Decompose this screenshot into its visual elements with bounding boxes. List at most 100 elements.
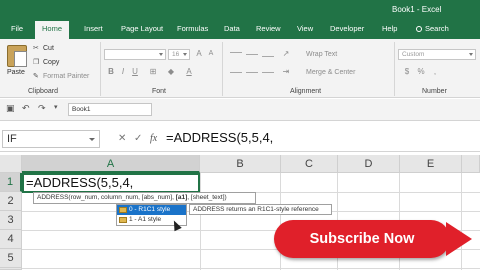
borders-icon[interactable]: ⊞ [148, 67, 158, 77]
align-left-icon[interactable] [230, 72, 242, 73]
align-top-icon[interactable] [230, 52, 242, 53]
grid-line [200, 173, 201, 270]
undo-icon[interactable]: ↶ [22, 103, 30, 114]
formula-bar: IF ✕ ✓ fx =ADDRESS(5,5,4, [0, 126, 480, 152]
number-group-label: Number [422, 88, 447, 95]
tab-home[interactable]: Home [35, 21, 70, 39]
copy-icon: ❐ [33, 59, 40, 66]
select-all-corner[interactable] [0, 155, 22, 173]
format-painter-label: Format Painter [43, 73, 90, 80]
chevron-down-icon [89, 138, 95, 141]
italic-icon[interactable]: I [118, 67, 128, 77]
cut-label: Cut [43, 45, 54, 52]
tooltip-prefix: ADDRESS(row_num, column_num, [abs_num], [37, 194, 176, 201]
comma-style-icon[interactable]: , [430, 67, 440, 77]
chevron-down-icon [469, 53, 473, 56]
font-size-combo[interactable]: 16 [168, 49, 190, 60]
column-header-d[interactable]: D [338, 155, 400, 173]
enter-icon[interactable]: ✓ [134, 133, 142, 144]
bold-icon[interactable]: B [106, 67, 116, 77]
column-header-e[interactable]: E [400, 155, 462, 173]
grow-font-icon[interactable]: A [194, 49, 204, 59]
row-header-5[interactable]: 5 [0, 249, 22, 268]
option-icon [119, 217, 127, 223]
option-icon [119, 207, 127, 213]
format-painter-icon: ✎ [33, 73, 39, 80]
tab-insert[interactable]: Insert [84, 24, 103, 33]
underline-icon[interactable]: U [130, 67, 140, 77]
column-header-next[interactable] [462, 155, 480, 173]
fill-color-icon[interactable]: ◆ [166, 67, 176, 77]
currency-icon[interactable]: $ [402, 67, 412, 77]
font-size-value: 16 [172, 51, 180, 58]
copy-label: Copy [43, 59, 60, 66]
tab-developer[interactable]: Developer [330, 24, 364, 33]
align-bottom-icon[interactable] [262, 56, 274, 57]
option-description-tooltip: ADDRESS returns an R1C1-style reference [189, 204, 332, 215]
tell-me-label: Search [425, 24, 449, 33]
row-header-2[interactable]: 2 [0, 192, 22, 211]
arrow-pointer-icon [446, 222, 472, 256]
paste-button-label[interactable]: Paste [7, 69, 25, 76]
column-header-a[interactable]: A [22, 155, 200, 173]
column-header-c[interactable]: C [281, 155, 338, 173]
chevron-down-icon [159, 53, 163, 56]
wrap-text-button[interactable]: Wrap Text [306, 51, 337, 58]
copy-button[interactable]: ❐ Copy [33, 58, 59, 66]
name-box-value: IF [7, 133, 17, 145]
grid-line [22, 268, 480, 269]
orientation-icon[interactable]: ↗ [281, 49, 291, 59]
font-color-icon[interactable]: A [184, 67, 194, 77]
scissors-icon: ✂ [33, 45, 39, 52]
tab-file[interactable]: File [11, 24, 23, 33]
customize-qat-icon[interactable]: ▾ [54, 103, 58, 111]
option-label: 1 - A1 style [129, 216, 162, 223]
ribbon: Paste ✂ Cut ❐ Copy ✎ Format Painter Clipboa… [0, 39, 480, 98]
autocomplete-option-r1c1[interactable]: 0 - R1C1 style [117, 205, 186, 215]
align-center-icon[interactable] [246, 72, 258, 73]
name-box[interactable]: IF [2, 130, 100, 148]
tab-help[interactable]: Help [382, 24, 397, 33]
tab-data[interactable]: Data [224, 24, 240, 33]
quick-access-toolbar: ▣ ↶ ↷ ▾ Book1 [0, 99, 480, 121]
paste-icon[interactable] [7, 45, 27, 67]
cut-button[interactable]: ✂ Cut [33, 44, 54, 52]
clipboard-group-label: Clipboard [28, 88, 58, 95]
ribbon-divider [100, 42, 101, 96]
ribbon-divider [222, 42, 223, 96]
align-right-icon[interactable] [262, 72, 274, 73]
ribbon-tab-bar: File Home Insert Page Layout Formulas Da… [0, 20, 480, 39]
search-icon [416, 26, 422, 32]
ribbon-divider [394, 42, 395, 96]
tab-review[interactable]: Review [256, 24, 281, 33]
redo-icon[interactable]: ↷ [38, 103, 46, 114]
document-name-field[interactable]: Book1 [68, 103, 152, 116]
subscribe-now-button[interactable]: Subscribe Now [274, 220, 450, 258]
window-title: Book1 - Excel [392, 5, 442, 14]
tooltip-suffix: , [sheet_text]) [187, 194, 227, 201]
number-format-combo[interactable]: Custom [398, 49, 476, 60]
tell-me-search[interactable]: Search [416, 24, 449, 33]
cancel-icon[interactable]: ✕ [118, 133, 126, 144]
font-name-combo[interactable] [104, 49, 166, 60]
format-painter-button[interactable]: ✎ Format Painter [33, 72, 89, 80]
merge-center-button[interactable]: Merge & Center [306, 69, 355, 76]
tab-view[interactable]: View [297, 24, 313, 33]
cell-a1-value[interactable]: =ADDRESS(5,5,4, [26, 175, 133, 190]
align-middle-icon[interactable] [246, 54, 258, 55]
tab-formulas[interactable]: Formulas [177, 24, 208, 33]
shrink-font-icon[interactable]: A [206, 49, 216, 59]
save-icon[interactable]: ▣ [6, 103, 15, 114]
row-header-1[interactable]: 1 [0, 173, 22, 192]
indent-icon[interactable]: ⇥ [281, 67, 291, 77]
row-header-4[interactable]: 4 [0, 230, 22, 249]
tab-page-layout[interactable]: Page Layout [121, 24, 163, 33]
chevron-down-icon [183, 53, 187, 56]
formula-input[interactable]: =ADDRESS(5,5,4, [166, 130, 273, 145]
column-header-b[interactable]: B [200, 155, 281, 173]
option-label: 0 - R1C1 style [129, 206, 171, 213]
percent-icon[interactable]: % [416, 67, 426, 77]
row-header-3[interactable]: 3 [0, 211, 22, 230]
insert-function-icon[interactable]: fx [150, 133, 157, 144]
alignment-group-label: Alignment [290, 88, 322, 95]
